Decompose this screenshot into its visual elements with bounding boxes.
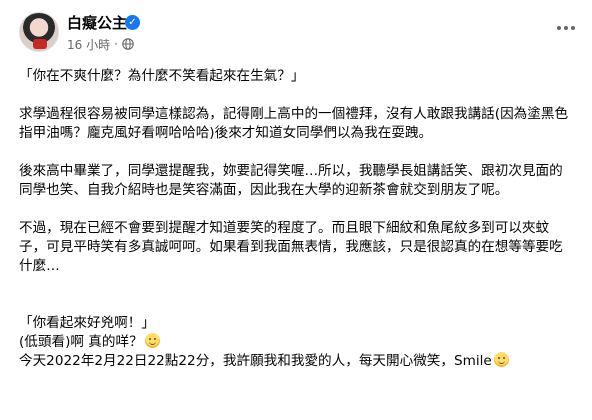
post-paragraph-1: 求學過程很容易被同學這樣認為，記得剛上高中的一個禮拜，沒有人敢跟我講話(因為塗黑…	[19, 106, 569, 141]
globe-icon[interactable]	[122, 38, 134, 50]
more-options-button[interactable]	[552, 18, 580, 38]
post-meta: 16 小時 ·	[67, 36, 134, 52]
wish-text: 今天2022年2月22日22點22分，我許願我和我愛的人，每天開心微笑，Smil…	[19, 353, 492, 369]
grinning-face-emoji	[493, 352, 509, 367]
post-paragraph-3: 不過，現在已經不會要到提醒才知道要笑的程度了。而且眼下細紋和魚尾紋多到可以夾蚊子…	[19, 220, 563, 274]
post-body: 「你在不爽什麼？為什麼不笑看起來在生氣？」 求學過程很容易被同學這樣認為，記得剛…	[19, 67, 574, 371]
post-timestamp[interactable]: 16 小時	[67, 36, 110, 53]
post-card: 白癡公主 ✓ 16 小時 · 「你在不爽什麼？為什麼不笑看起來在生氣？」 求學過…	[0, 0, 592, 420]
post-paragraph-2: 後來高中畢業了，同學還提醒我，妳要記得笑喔…所以，我聽學長姐講話笑、跟初次見面的…	[19, 163, 563, 198]
post-paragraph-reply: (低頭看)啊 真的咩？	[19, 333, 574, 352]
author-avatar[interactable]	[19, 12, 59, 52]
reply-text: (低頭看)啊 真的咩？	[19, 334, 143, 350]
post-paragraph-quote: 「你在不爽什麼？為什麼不笑看起來在生氣？」	[19, 68, 305, 84]
post-paragraph-quote-2: 「你看起來好兇啊！」	[19, 315, 155, 331]
meta-separator: ·	[114, 37, 118, 51]
more-options-icon	[557, 26, 561, 30]
author-name[interactable]: 白癡公主	[67, 13, 127, 33]
smiling-face-with-blush-emoji	[144, 333, 160, 348]
verified-badge-icon: ✓	[125, 15, 140, 30]
post-paragraph-wish: 今天2022年2月22日22點22分，我許願我和我愛的人，每天開心微笑，Smil…	[19, 352, 574, 371]
